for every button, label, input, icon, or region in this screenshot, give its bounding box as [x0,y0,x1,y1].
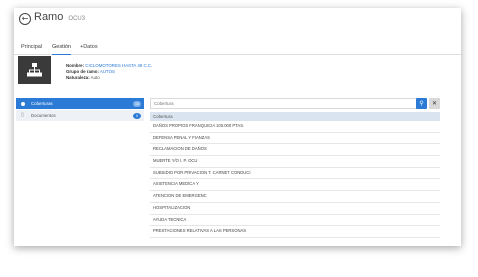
record-card: ← Ramo OCU3 Principal Gestión +Datos Nom… [14,8,461,246]
entity-avatar [18,56,51,84]
clear-button[interactable]: ✕ [429,98,440,109]
org-chart-icon [27,63,42,77]
info-key: Nombre: [66,63,85,68]
close-icon: ✕ [431,100,438,107]
tab-principal[interactable]: Principal [21,42,42,54]
info-value-group[interactable]: AUTOS [100,69,115,74]
page-title: Ramo OCU3 [34,11,85,23]
list-item[interactable]: ASISTENCIA MEDICA Y [150,179,440,192]
search-box [150,98,417,109]
tab-mas-datos[interactable]: +Datos [80,42,98,54]
list-header[interactable]: Cobertura [150,112,440,121]
list-item[interactable]: HOSPITALIZACION [150,203,440,215]
list-item[interactable]: PRESTACIONES RELATIVAS A LAS PERSONAS [150,226,440,238]
sidebar-item-documentos[interactable]: ▯ Documentos 0 [16,110,144,121]
list-item[interactable]: DAÑOS PROPIOS FRANQUICIA 100.000 PTAS. [150,121,440,133]
page-header: ← Ramo OCU3 [14,8,461,38]
list-item[interactable]: AYUDA TECNICA [150,215,440,227]
list-item[interactable]: SUBSIDIO POR PRIVACION T. CARNET CONDUCI [150,168,440,180]
tab-bar: Principal Gestión +Datos [14,42,461,55]
sidebar: Coberturas 10 ▯ Documentos 0 [16,98,144,122]
count-badge: 10 [133,100,141,107]
coverage-list: Cobertura DAÑOS PROPIOS FRANQUICIA 100.0… [150,112,440,238]
search-icon: ⚲ [419,100,424,107]
sidebar-item-coberturas[interactable]: Coberturas 10 [16,98,144,109]
back-arrow-icon[interactable]: ← [19,13,31,25]
list-item[interactable]: DEFENSA PENAL Y FIANZAS [150,133,440,145]
tab-gestion[interactable]: Gestión [52,42,71,55]
page-subtitle: OCU3 [68,16,86,22]
search-input[interactable] [154,99,416,108]
sidebar-item-label: Coberturas [31,101,53,106]
info-value-name[interactable]: CICLOMOTORES HASTA 49 C.C. [85,63,152,68]
info-value-nature: Auto [90,75,100,80]
list-item[interactable]: MUERTE Y/O I. P. OCU [150,156,440,168]
document-icon: ▯ [21,112,24,118]
search-button[interactable]: ⚲ [416,98,427,109]
list-item[interactable]: RECLAMACION DE DAÑOS [150,144,440,157]
entity-info: Nombre: CICLOMOTORES HASTA 49 C.C. Grupo… [66,63,152,81]
info-key: Grupo de ramo: [66,69,99,74]
page-title-text: Ramo [34,11,64,23]
info-key: Naturaleza: [66,75,90,80]
count-badge: 0 [133,112,141,119]
info-row-nature: Naturaleza: Auto [66,75,152,81]
dot-icon [21,101,25,106]
sidebar-item-label: Documentos [31,113,56,118]
list-item[interactable]: ATENCION DE EMERGENC [150,191,440,203]
